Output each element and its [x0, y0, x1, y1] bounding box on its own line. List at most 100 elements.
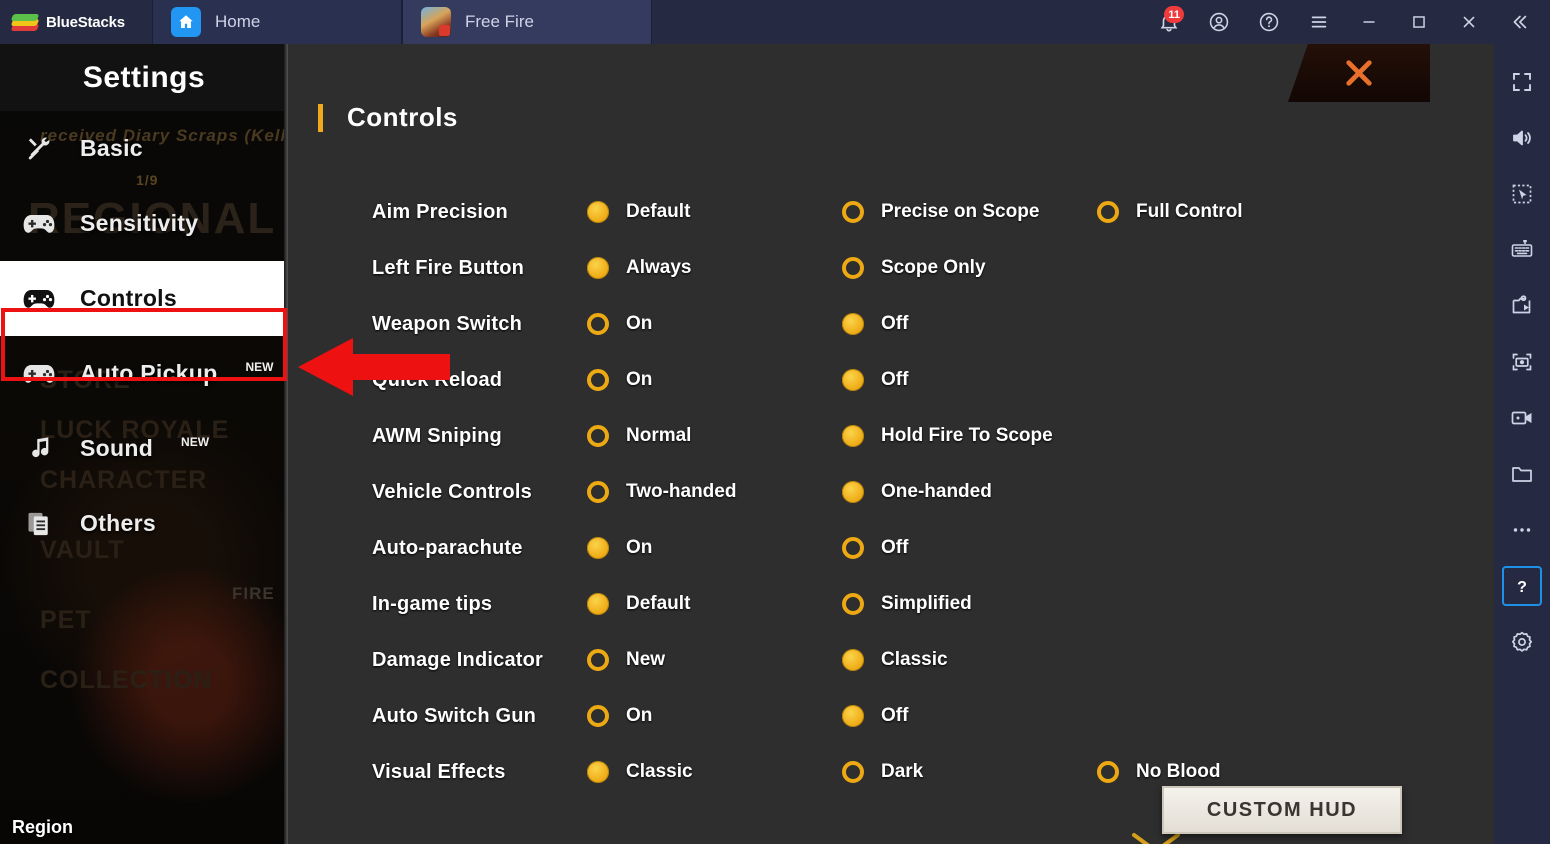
documents-icon: [18, 508, 60, 540]
bluestacks-window: BlueStacks Home Free Fire 11 received Di…: [0, 0, 1550, 844]
option-label: One-handed: [881, 481, 992, 502]
help-question-icon[interactable]: ?: [1502, 566, 1542, 606]
option-aim-full-control[interactable]: Full Control: [1097, 201, 1352, 223]
option-vfx-dark[interactable]: Dark: [842, 761, 1097, 783]
radio-unselected-icon[interactable]: [842, 537, 864, 559]
radio-selected-icon[interactable]: [587, 761, 609, 783]
setting-label: Visual Effects: [372, 760, 506, 783]
macro-recorder-icon[interactable]: [1502, 286, 1542, 326]
option-aim-precise-on-scope[interactable]: Precise on Scope: [842, 201, 1097, 223]
radio-unselected-icon[interactable]: [1097, 201, 1119, 223]
radio-selected-icon[interactable]: [842, 481, 864, 503]
sidebar-item-auto-pickup[interactable]: Auto Pickup NEW: [0, 336, 288, 411]
tab-home[interactable]: Home: [152, 0, 402, 44]
setting-label: Vehicle Controls: [372, 480, 532, 503]
radio-selected-icon[interactable]: [842, 425, 864, 447]
tab-free-fire[interactable]: Free Fire: [402, 0, 652, 44]
account-icon[interactable]: [1194, 0, 1244, 44]
radio-unselected-icon[interactable]: [842, 761, 864, 783]
radio-selected-icon[interactable]: [587, 201, 609, 223]
option-fire-scope-only[interactable]: Scope Only: [842, 257, 1097, 279]
screenshot-icon[interactable]: [1502, 342, 1542, 382]
option-quick-reload-off[interactable]: Off: [842, 369, 1097, 391]
maximize-icon[interactable]: [1394, 0, 1444, 44]
radio-selected-icon[interactable]: [842, 369, 864, 391]
option-damage-classic[interactable]: Classic: [842, 649, 1097, 671]
settings-header: Settings: [0, 44, 288, 111]
close-settings-button[interactable]: [1288, 44, 1430, 102]
minimize-icon[interactable]: [1344, 0, 1394, 44]
collapse-sidebar-icon[interactable]: [1494, 0, 1544, 44]
option-tips-default[interactable]: Default: [587, 593, 842, 615]
option-switch-gun-on[interactable]: On: [587, 705, 842, 727]
setting-label: Auto Switch Gun: [372, 704, 537, 727]
radio-unselected-icon[interactable]: [587, 313, 609, 335]
option-vehicle-two-handed[interactable]: Two-handed: [587, 481, 842, 503]
close-icon[interactable]: [1444, 0, 1494, 44]
radio-unselected-icon[interactable]: [587, 369, 609, 391]
more-options-icon[interactable]: [1502, 510, 1542, 550]
video-record-icon[interactable]: [1502, 398, 1542, 438]
option-label: Off: [881, 369, 909, 390]
radio-unselected-icon[interactable]: [587, 705, 609, 727]
radio-selected-icon[interactable]: [587, 257, 609, 279]
brand: BlueStacks: [0, 0, 152, 44]
brand-label: BlueStacks: [46, 13, 125, 31]
option-awm-hold-fire-to-scope[interactable]: Hold Fire To Scope: [842, 425, 1097, 447]
settings-gear-icon[interactable]: [1502, 622, 1542, 662]
media-folder-icon[interactable]: [1502, 454, 1542, 494]
option-parachute-off[interactable]: Off: [842, 537, 1097, 559]
option-label: On: [626, 705, 653, 726]
option-label: On: [626, 369, 653, 390]
new-badge: NEW: [181, 435, 210, 449]
help-icon[interactable]: [1244, 0, 1294, 44]
radio-selected-icon[interactable]: [587, 593, 609, 615]
option-quick-reload-on[interactable]: On: [587, 369, 842, 391]
option-vehicle-one-handed[interactable]: One-handed: [842, 481, 1097, 503]
option-label: Off: [881, 705, 909, 726]
sidebar-item-sensitivity[interactable]: Sensitivity: [0, 186, 288, 261]
option-damage-new[interactable]: New: [587, 649, 842, 671]
radio-unselected-icon[interactable]: [587, 481, 609, 503]
title-accent-bar: [318, 103, 323, 132]
home-icon: [171, 7, 201, 37]
option-label: Precise on Scope: [881, 201, 1040, 222]
option-fire-always[interactable]: Always: [587, 257, 842, 279]
option-awm-normal[interactable]: Normal: [587, 425, 842, 447]
option-tips-simplified[interactable]: Simplified: [842, 593, 1097, 615]
radio-selected-icon[interactable]: [842, 705, 864, 727]
radio-unselected-icon[interactable]: [842, 201, 864, 223]
fullscreen-icon[interactable]: [1502, 62, 1542, 102]
sidebar-item-label: Sound: [80, 435, 154, 461]
sidebar-item-others[interactable]: Others: [0, 486, 288, 561]
bg-text-collection: COLLECTION: [40, 666, 213, 694]
option-weapon-switch-on[interactable]: On: [587, 313, 842, 335]
radio-unselected-icon[interactable]: [587, 649, 609, 671]
option-vfx-no-blood[interactable]: No Blood: [1097, 761, 1352, 783]
radio-unselected-icon[interactable]: [587, 425, 609, 447]
bluestacks-logo-icon: [10, 10, 40, 34]
tab-free-fire-label: Free Fire: [465, 12, 534, 31]
radio-selected-icon[interactable]: [587, 537, 609, 559]
radio-unselected-icon[interactable]: [842, 257, 864, 279]
option-label: New: [626, 649, 666, 670]
notifications-icon[interactable]: 11: [1144, 0, 1194, 44]
option-parachute-on[interactable]: On: [587, 537, 842, 559]
option-weapon-switch-off[interactable]: Off: [842, 313, 1097, 335]
sidebar-item-basic[interactable]: Basic: [0, 111, 288, 186]
cursor-select-icon[interactable]: [1502, 174, 1542, 214]
custom-hud-button[interactable]: CUSTOM HUD: [1162, 786, 1402, 834]
radio-unselected-icon[interactable]: [1097, 761, 1119, 783]
sidebar-item-sound[interactable]: Sound NEW: [0, 411, 288, 486]
option-aim-default[interactable]: Default: [587, 201, 842, 223]
volume-icon[interactable]: [1502, 118, 1542, 158]
keyboard-controls-icon[interactable]: [1502, 230, 1542, 270]
option-label: Default: [626, 593, 691, 614]
radio-selected-icon[interactable]: [842, 313, 864, 335]
radio-unselected-icon[interactable]: [842, 593, 864, 615]
sidebar-item-controls[interactable]: Controls: [0, 261, 288, 336]
option-vfx-classic[interactable]: Classic: [587, 761, 842, 783]
option-switch-gun-off[interactable]: Off: [842, 705, 1097, 727]
radio-selected-icon[interactable]: [842, 649, 864, 671]
menu-icon[interactable]: [1294, 0, 1344, 44]
